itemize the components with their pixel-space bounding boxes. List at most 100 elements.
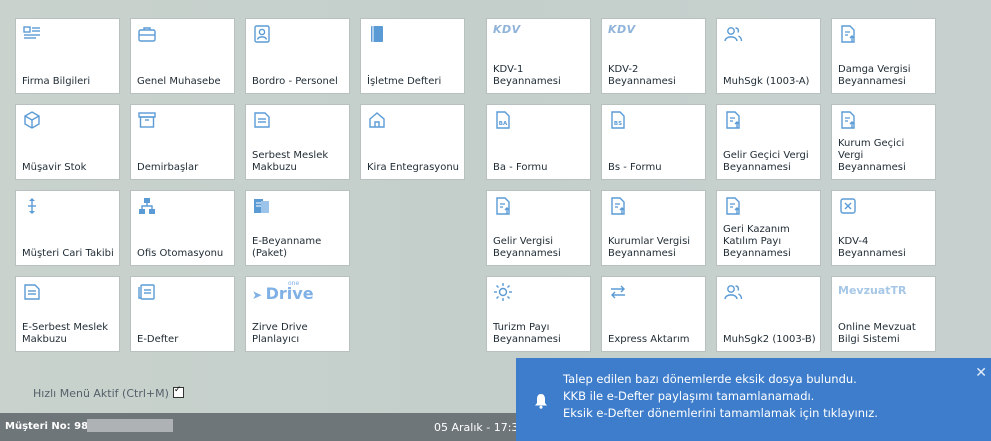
tile-e-beyanname-paket[interactable]: E-Beyanname (Paket)	[245, 190, 350, 266]
transfer-arrows-icon	[608, 282, 628, 302]
quick-menu-toggle[interactable]: Hızlı Menü Aktif (Ctrl+M)	[33, 385, 184, 400]
document-upload-icon	[608, 196, 628, 216]
tile-e-defter[interactable]: E-Defter	[130, 276, 235, 352]
tile-label: Demirbaşlar	[137, 162, 199, 173]
tile-label: Gelir Geçici Vergi Beyannamesi	[723, 150, 809, 173]
tile-label: Kira Entegrasyonu	[367, 162, 459, 173]
tile-gelir-gecici-vergi[interactable]: Gelir Geçici Vergi Beyannamesi	[716, 104, 821, 180]
tile-label: Turizm Payı Beyannamesi	[493, 322, 561, 345]
tile-label: E-Beyanname (Paket)	[252, 236, 322, 259]
tile-geri-kazanim-katilim-payi[interactable]: Geri Kazanım Katılım Payı Beyannamesi	[716, 190, 821, 266]
tile-label: Damga Vergisi Beyannamesi	[838, 64, 911, 87]
svg-text:BA: BA	[499, 121, 508, 127]
document-bundle-icon	[252, 196, 272, 216]
bs-document-icon: BS	[608, 110, 628, 130]
tile-label: Geri Kazanım Katılım Payı Beyannamesi	[723, 224, 791, 259]
document-upload-icon	[723, 196, 743, 216]
house-icon	[367, 110, 387, 130]
tile-online-mevzuat[interactable]: MevzuatTR Online Mevzuat Bilgi Sistemi	[831, 276, 936, 352]
tile-label: KDV-2 Beyannamesi	[608, 64, 676, 87]
briefcase-icon	[137, 24, 157, 44]
document-upload-icon	[838, 110, 858, 130]
tile-e-serbest-meslek-makbuzu[interactable]: E-Serbest Meslek Makbuzu	[15, 276, 120, 352]
list-icon	[22, 24, 42, 44]
mevzuat-logo-icon: MevzuatTR	[838, 284, 907, 297]
close-icon[interactable]: ✕	[975, 365, 987, 381]
tile-label: Express Aktarım	[608, 334, 690, 345]
tile-kurumlar-vergisi-beyannamesi[interactable]: Kurumlar Vergisi Beyannamesi	[601, 190, 706, 266]
tile-musteri-cari-takibi[interactable]: Müşteri Cari Takibi	[15, 190, 120, 266]
tile-kira-entegrasyonu[interactable]: Kira Entegrasyonu	[360, 104, 465, 180]
redacted-block	[87, 419, 173, 432]
people-icon	[723, 24, 743, 44]
tile-label: Ofis Otomasyonu	[137, 248, 224, 259]
tile-isletme-defteri[interactable]: İşletme Defteri	[360, 18, 465, 94]
chip-icon	[838, 196, 858, 216]
tile-label: KDV-1 Beyannamesi	[493, 64, 561, 87]
ledger-icon	[137, 282, 157, 302]
tile-gelir-vergisi-beyannamesi[interactable]: Gelir Vergisi Beyannamesi	[486, 190, 591, 266]
bell-icon	[535, 394, 547, 409]
tile-label: Gelir Vergisi Beyannamesi	[493, 236, 561, 259]
customer-number: Müşteri No: 98	[5, 421, 89, 432]
notebook-icon	[367, 24, 387, 44]
tile-label: Zirve Drive Planlayıcı	[252, 322, 308, 345]
kdv-logo-icon: KDV	[608, 23, 636, 36]
tile-label: Müşavir Stok	[22, 162, 87, 173]
tile-label: Online Mevzuat Bilgi Sistemi	[838, 322, 916, 345]
drive-logo-icon: ➤ Drive one	[252, 280, 314, 303]
tile-kurum-gecici-vergi[interactable]: Kurum Geçici Vergi Beyannamesi	[831, 104, 936, 180]
sun-icon	[493, 282, 513, 302]
tile-serbest-meslek-makbuzu[interactable]: Serbest Meslek Makbuzu	[245, 104, 350, 180]
tile-bs-formu[interactable]: BS Bs - Formu	[601, 104, 706, 180]
tile-zirve-drive-planlayici[interactable]: ➤ Drive one Zirve Drive Planlayıcı	[245, 276, 350, 352]
kdv-logo-icon: KDV	[493, 23, 521, 36]
tile-label: Firma Bilgileri	[22, 76, 91, 87]
tile-label: Kurumlar Vergisi Beyannamesi	[608, 236, 691, 259]
tile-ba-formu[interactable]: BA Ba - Formu	[486, 104, 591, 180]
tile-label: Bordro - Personel	[252, 76, 338, 87]
tile-kdv-1-beyannamesi[interactable]: KDV KDV-1 Beyannamesi	[486, 18, 591, 94]
org-chart-icon	[137, 196, 157, 216]
document-upload-icon	[723, 110, 743, 130]
tile-damga-vergisi-beyannamesi[interactable]: Damga Vergisi Beyannamesi	[831, 18, 936, 94]
box-icon	[22, 110, 42, 130]
tile-turizm-payi-beyannamesi[interactable]: Turizm Payı Beyannamesi	[486, 276, 591, 352]
tile-kdv-2-beyannamesi[interactable]: KDV KDV-2 Beyannamesi	[601, 18, 706, 94]
tile-ofis-otomasyonu[interactable]: Ofis Otomasyonu	[130, 190, 235, 266]
status-date: 05 Aralık - 17:3	[434, 421, 519, 434]
document-upload-icon	[493, 196, 513, 216]
receipt-icon	[252, 110, 272, 130]
tile-label: Ba - Formu	[493, 162, 548, 173]
people-icon	[723, 282, 743, 302]
tile-kdv-4-beyannamesi[interactable]: KDV-4 Beyannamesi	[831, 190, 936, 266]
tile-label: Müşteri Cari Takibi	[22, 248, 114, 259]
toast-line: KKB ile e-Defter paylaşımı tamamlanamadı…	[563, 389, 815, 403]
document-upload-icon	[838, 24, 858, 44]
toast-message: Talep edilen bazı dönemlerde eksik dosya…	[563, 371, 878, 422]
quick-menu-checkbox[interactable]	[172, 385, 184, 398]
tile-express-aktarim[interactable]: Express Aktarım	[601, 276, 706, 352]
updown-arrows-icon	[22, 196, 42, 216]
tile-label: KDV-4 Beyannamesi	[838, 236, 906, 259]
tile-genel-muhasebe[interactable]: Genel Muhasebe	[130, 18, 235, 94]
archive-icon	[137, 110, 157, 130]
notification-toast[interactable]: Talep edilen bazı dönemlerde eksik dosya…	[516, 358, 991, 441]
tile-firma-bilgileri[interactable]: Firma Bilgileri	[15, 18, 120, 94]
svg-text:BS: BS	[614, 121, 622, 127]
tile-label: Genel Muhasebe	[137, 76, 221, 87]
person-card-icon	[252, 24, 272, 44]
ba-document-icon: BA	[493, 110, 513, 130]
tile-label: Kurum Geçici Vergi Beyannamesi	[838, 138, 906, 173]
tile-label: MuhSgk (1003-A)	[723, 76, 810, 87]
tile-label: MuhSgk2 (1003-B)	[723, 334, 816, 345]
toast-line: Eksik e-Defter dönemlerini tamamlamak iç…	[563, 406, 878, 420]
tile-demirbaslar[interactable]: Demirbaşlar	[130, 104, 235, 180]
tile-muhsgk-1003-a[interactable]: MuhSgk (1003-A)	[716, 18, 821, 94]
tile-muhsgk2-1003-b[interactable]: MuhSgk2 (1003-B)	[716, 276, 821, 352]
toast-line: Talep edilen bazı dönemlerde eksik dosya…	[563, 372, 857, 386]
tile-musavir-stok[interactable]: Müşavir Stok	[15, 104, 120, 180]
tile-label: Bs - Formu	[608, 162, 662, 173]
tile-bordro-personel[interactable]: Bordro - Personel	[245, 18, 350, 94]
tile-label: E-Serbest Meslek Makbuzu	[22, 322, 109, 345]
